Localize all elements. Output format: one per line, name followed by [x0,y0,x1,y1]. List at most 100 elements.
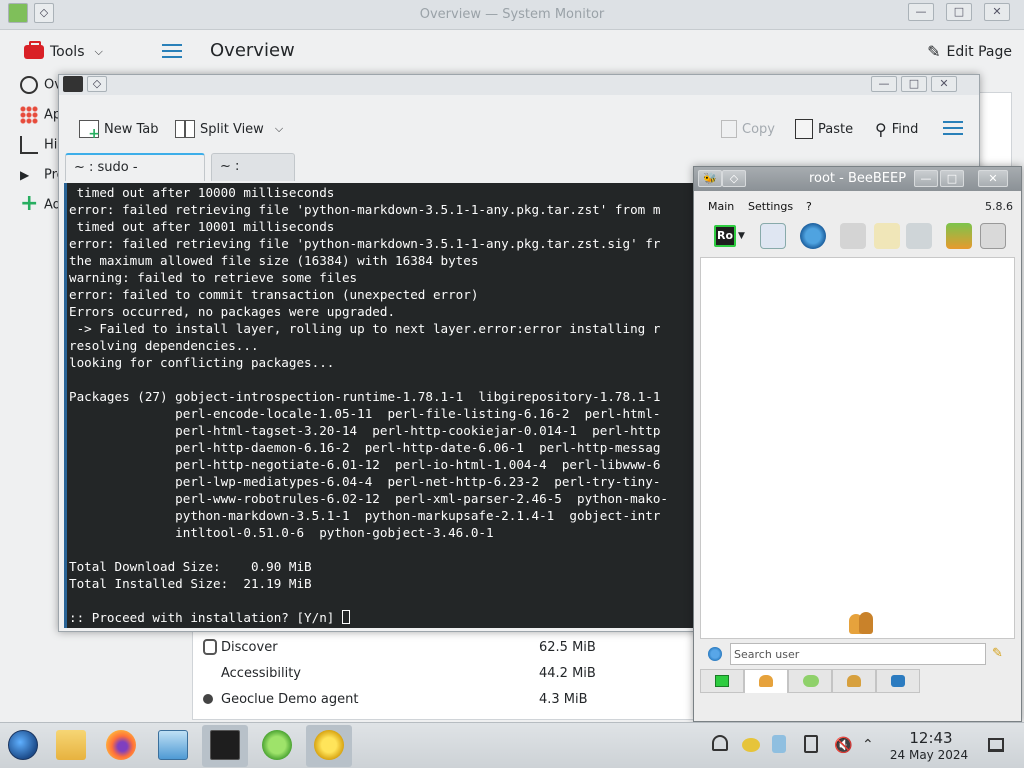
tab-sudo-uauruser[interactable]: ~ : sudo -uauruser✕ [65,153,205,201]
taskbar-file-manager[interactable] [48,725,94,767]
menu-settings[interactable]: Settings [748,200,793,213]
process-name: Geoclue Demo agent [221,692,359,707]
beebeep-toolbar: Ro ▼ [694,219,1021,255]
new-tab-icon: + [79,120,100,141]
split-view-button[interactable]: Split View ⌵ [175,117,283,141]
edit-profile-icon[interactable] [760,223,786,249]
taskbar-beebeep[interactable] [306,725,352,767]
group-icon[interactable] [840,223,866,249]
beebeep-titlebar[interactable]: 🐝 ◇ root - BeeBEEP — □ ✕ [694,167,1021,191]
menu-main[interactable]: Main [708,200,734,213]
tools-label: Tools [50,44,85,60]
tab-history[interactable] [876,669,920,693]
window-title: root - BeeBEEP [808,171,907,186]
close-button[interactable]: ✕ [931,76,957,92]
plus-icon: + [20,196,39,216]
trash-icon[interactable] [980,223,1006,249]
show-desktop-icon[interactable] [988,735,1008,755]
terminal-prompt-icon: ▶ [20,168,30,182]
system-monitor-toolbar: Tools ⌵ Overview ✎ Edit Page [12,36,1012,68]
terminal-line: timed out after 10000 milliseconds [69,185,335,200]
clock-date[interactable]: 24 May 2024 [886,748,972,762]
folder-icon [56,730,86,760]
beebeep-menubar: Main Settings ? 5.8.6 [694,197,1021,217]
plugins-icon[interactable] [906,223,932,249]
terminal-line: resolving dependencies... [69,338,259,353]
tab-groups[interactable] [832,669,876,693]
paste-icon [795,119,813,139]
minimize-button[interactable]: — [914,170,938,187]
terminal-line: perl-html-tagset-3.20-14 perl-http-cooki… [69,423,661,438]
clock-time[interactable]: 12:43 [898,729,964,747]
close-button[interactable]: ✕ [978,170,1008,187]
version-label: 5.8.6 [985,200,1013,213]
copy-icon [721,120,737,138]
tab-bash[interactable]: ~ : bash✕ [211,153,295,200]
sidebar-toggle-icon[interactable] [162,44,182,58]
terminal-line: Errors occurred, no packages were upgrad… [69,304,396,319]
terminal-line: looking for conflicting packages... [69,355,335,370]
terminal-line: intltool-0.51.0-6 python-gobject-3.46.0-… [69,525,494,540]
users-icon [759,675,773,687]
menu-help[interactable]: ? [806,200,812,213]
taskbar-system-settings[interactable] [150,725,196,767]
taskbar-konsole[interactable] [202,725,248,767]
taskbar-firefox[interactable] [98,725,144,767]
taskbar-system-monitor[interactable] [254,725,300,767]
chevron-down-icon: ⌵ [94,45,103,58]
tab-chat-status[interactable] [700,669,744,693]
copy-button[interactable]: Copy [721,117,775,141]
notifications-icon[interactable] [712,735,732,755]
user-list[interactable] [700,257,1015,639]
monitor-icon [715,675,729,687]
find-label: Find [891,121,919,137]
volume-muted-icon[interactable]: 🔇 [834,735,854,755]
konsole-titlebar[interactable]: ◇ — □ ✕ [59,75,979,95]
maximize-button[interactable]: □ [940,170,964,187]
chevron-down-icon[interactable]: ▼ [738,223,748,249]
users-icon [847,610,875,636]
window-title: Overview — System Monitor [419,7,605,22]
process-memory: 44.2 MiB [539,666,596,681]
start-menu-button[interactable] [0,725,46,767]
table-row[interactable]: Accessibility 44.2 MiB [209,662,769,686]
minimize-button[interactable]: — [908,3,934,21]
status-badge[interactable]: Ro [714,225,736,247]
write-message-icon[interactable] [874,223,900,249]
paste-button[interactable]: Paste [795,117,853,141]
find-button[interactable]: ⚲ Find [875,117,918,141]
chevron-up-icon[interactable]: ⌃ [862,735,882,755]
konsole-menu-icon[interactable] [943,121,963,135]
maximize-button[interactable]: □ [946,3,972,21]
beebeep-tray-icon[interactable] [742,735,762,755]
terminal-line: warning: failed to retrieve some files [69,270,358,285]
device-notifier-icon[interactable] [772,735,792,755]
clipboard-icon[interactable] [804,735,824,755]
terminal-icon [210,730,240,760]
minimize-button[interactable]: — [871,76,897,92]
tab-users[interactable] [744,669,788,693]
close-button[interactable]: ✕ [984,3,1010,21]
network-icon[interactable] [800,223,826,249]
beebeep-tab-bar [700,669,1015,693]
system-monitor-titlebar[interactable]: ◇ Overview — System Monitor — □ ✕ [0,0,1024,30]
chat-bubbles-icon [803,675,819,687]
share-icon[interactable] [946,223,972,249]
new-tab-label: New Tab [104,121,159,137]
maximize-button[interactable]: □ [901,76,927,92]
terminal-app-icon[interactable] [63,76,83,92]
status-globe-icon[interactable] [708,647,722,661]
geoclue-icon [203,694,213,704]
konsole-toolbar: + New Tab Split View ⌵ Copy Paste ⚲ Find [59,101,979,157]
tools-menu-button[interactable]: Tools ⌵ [24,40,103,64]
clear-search-icon[interactable]: ✎ [992,647,1006,661]
new-tab-button[interactable]: + New Tab [79,117,159,141]
tab-chats[interactable] [788,669,832,693]
edit-page-button[interactable]: ✎ Edit Page [927,42,1012,61]
applications-grid-icon [20,106,38,124]
pin-icon[interactable]: ◇ [87,76,107,92]
table-row[interactable]: Geoclue Demo agent 4.3 MiB [203,688,769,712]
table-row[interactable]: Discover 62.5 MiB [203,636,769,660]
chevron-down-icon: ⌵ [274,122,284,135]
search-user-input[interactable]: Search user [730,643,986,665]
